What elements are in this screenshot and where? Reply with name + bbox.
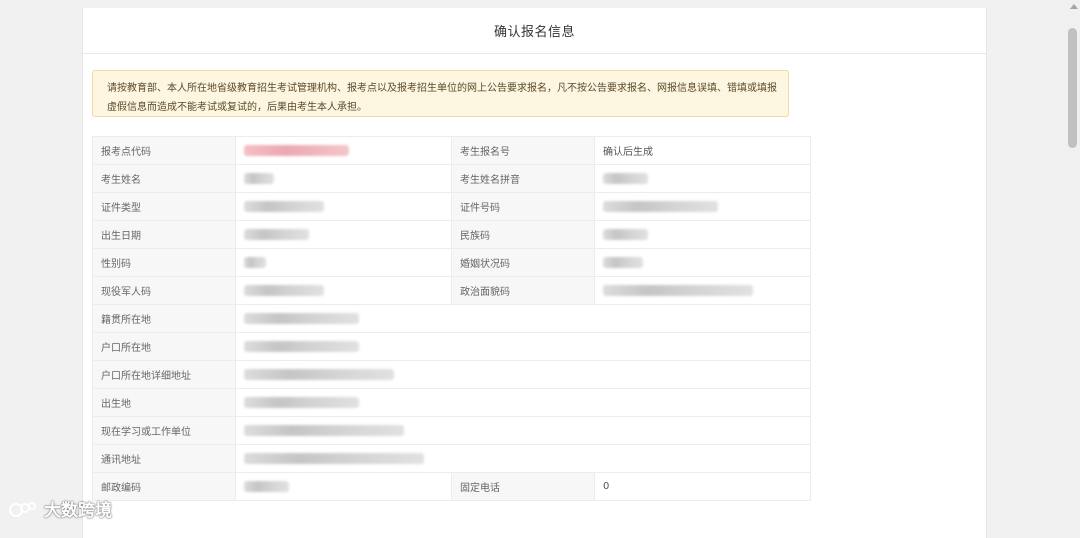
field-label: 邮政编码 xyxy=(92,472,236,501)
field-label: 现在学习或工作单位 xyxy=(92,416,236,445)
field-value-redacted xyxy=(235,136,452,165)
table-row: 考生姓名 考生姓名拼音 xyxy=(92,164,811,193)
vertical-scrollbar[interactable] xyxy=(1066,0,1080,530)
field-label: 现役军人码 xyxy=(92,276,236,305)
field-label: 户口所在地详细地址 xyxy=(92,360,236,389)
landline-value: 0 xyxy=(594,472,811,501)
field-label: 通讯地址 xyxy=(92,444,236,473)
field-label: 证件类型 xyxy=(92,192,236,221)
table-row: 性别码 婚姻状况码 xyxy=(92,248,811,277)
field-label: 民族码 xyxy=(451,220,595,249)
notice-box: 请按教育部、本人所在地省级教育招生考试管理机构、报考点以及报考招生单位的网上公告… xyxy=(92,70,789,117)
table-row: 现在学习或工作单位 xyxy=(92,416,811,445)
table-row: 出生地 xyxy=(92,388,811,417)
field-value-redacted xyxy=(235,164,452,193)
scroll-up-arrow-icon[interactable] xyxy=(1070,4,1078,9)
field-value-redacted xyxy=(235,276,452,305)
field-value-redacted xyxy=(235,220,452,249)
field-value-redacted xyxy=(235,444,811,473)
field-label: 政治面貌码 xyxy=(451,276,595,305)
field-value-redacted xyxy=(235,304,811,333)
field-value-redacted xyxy=(235,360,811,389)
field-value-redacted xyxy=(594,276,811,305)
notice-text: 请按教育部、本人所在地省级教育招生考试管理机构、报考点以及报考招生单位的网上公告… xyxy=(107,83,777,113)
watermark: 大数跨境 xyxy=(8,496,112,521)
field-value-redacted xyxy=(235,192,452,221)
field-label: 考生报名号 xyxy=(451,136,595,165)
field-value-redacted xyxy=(594,192,811,221)
field-value-redacted xyxy=(235,248,452,277)
table-row: 户口所在地详细地址 xyxy=(92,360,811,389)
field-value-redacted xyxy=(235,472,452,501)
watermark-text: 大数跨境 xyxy=(44,501,112,521)
field-value-redacted xyxy=(235,388,811,417)
panel-header: 确认报名信息 xyxy=(83,8,986,54)
field-label: 固定电话 xyxy=(451,472,595,501)
table-row: 证件类型 证件号码 xyxy=(92,192,811,221)
watermark-logo-icon xyxy=(8,498,38,520)
table-row: 邮政编码 固定电话 0 xyxy=(92,472,811,501)
field-label: 籍贯所在地 xyxy=(92,304,236,333)
field-label: 出生日期 xyxy=(92,220,236,249)
field-label: 婚姻状况码 xyxy=(451,248,595,277)
field-label: 出生地 xyxy=(92,388,236,417)
field-value-redacted xyxy=(235,332,811,361)
field-label: 报考点代码 xyxy=(92,136,236,165)
field-label: 证件号码 xyxy=(451,192,595,221)
field-label: 考生姓名拼音 xyxy=(451,164,595,193)
field-value-redacted xyxy=(594,248,811,277)
table-row: 户口所在地 xyxy=(92,332,811,361)
table-row: 报考点代码 考生报名号 确认后生成 xyxy=(92,136,811,165)
table-row: 籍贯所在地 xyxy=(92,304,811,333)
field-value-redacted xyxy=(594,164,811,193)
page-title: 确认报名信息 xyxy=(493,25,575,40)
table-row: 出生日期 民族码 xyxy=(92,220,811,249)
registration-info-table: 报考点代码 考生报名号 确认后生成 考生姓名 考生姓名拼音 证件类型 证件号码 … xyxy=(92,136,811,501)
field-label: 户口所在地 xyxy=(92,332,236,361)
field-value-redacted xyxy=(594,220,811,249)
field-label: 性别码 xyxy=(92,248,236,277)
field-value-redacted xyxy=(235,416,811,445)
table-row: 通讯地址 xyxy=(92,444,811,473)
field-label: 考生姓名 xyxy=(92,164,236,193)
table-row: 现役军人码 政治面貌码 xyxy=(92,276,811,305)
scrollbar-thumb[interactable] xyxy=(1068,28,1077,148)
registration-number-value: 确认后生成 xyxy=(594,136,811,165)
